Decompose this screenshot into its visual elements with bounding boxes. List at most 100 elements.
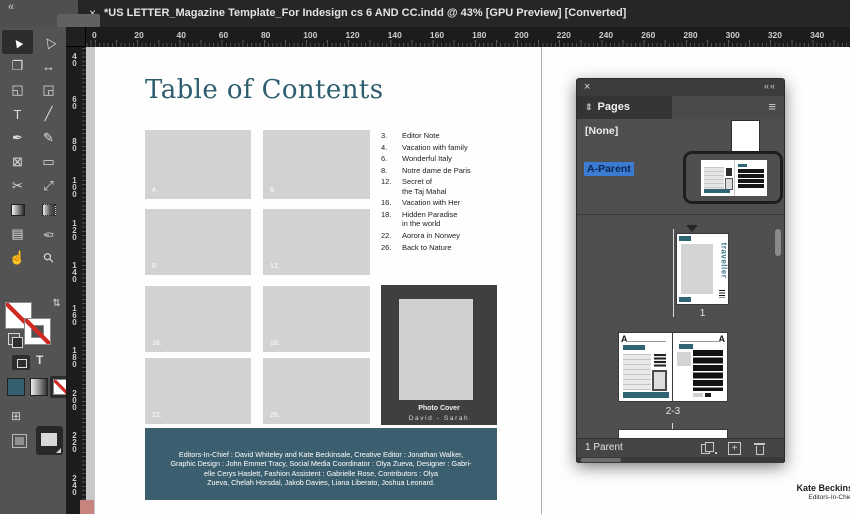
panel-menu-icon[interactable]: ≡: [768, 99, 776, 114]
line-tool-icon[interactable]: ╱: [33, 102, 64, 126]
toc-entry: 12. Secret of the Taj Mahal: [381, 177, 499, 196]
spread-spine-line: [673, 229, 674, 317]
toc-image-frame[interactable]: 26.: [263, 358, 370, 424]
rectangle-tool-icon[interactable]: ▭: [33, 150, 64, 174]
thumb-grid: [623, 354, 651, 390]
ruler-origin-corner[interactable]: [66, 27, 86, 47]
page-2-thumbnail[interactable]: A: [619, 333, 673, 401]
thumb-spine: [734, 160, 735, 196]
thumb-dark-block: [654, 354, 666, 367]
pages-panel-titlebar[interactable]: × ««: [577, 79, 784, 96]
type-tool-icon[interactable]: T: [2, 102, 33, 126]
toc-image-frame[interactable]: 16.: [145, 286, 251, 352]
toc-entry-title: Editor Note: [402, 131, 440, 140]
new-page-icon[interactable]: +: [728, 442, 741, 455]
note-tool-icon[interactable]: ▤: [2, 222, 33, 246]
toc-entry-title: Wonderful Italy: [402, 154, 452, 164]
selection-tool-icon[interactable]: ▲: [2, 30, 33, 54]
page-1-label[interactable]: 1: [677, 308, 728, 319]
panel-cycle-icon: ⇕: [585, 102, 593, 112]
frame-page-number: 18.: [270, 340, 280, 347]
vertical-ruler: 4 0 6 0 8 0 1 0 0 1 2 0 1 4 0 1 6 0 1 8 0 2 0 0 2…: [66, 27, 86, 514]
editors-credit-frame[interactable]: Editors-In-Chief : David Whiteley and Ka…: [145, 428, 497, 500]
thumb-rule: [626, 341, 666, 342]
page-1-thumbnail[interactable]: traveller: [677, 234, 729, 304]
gradient-tool-icon[interactable]: [2, 198, 33, 222]
content-collector-tool-icon[interactable]: ◱: [2, 78, 33, 102]
close-panel-icon[interactable]: ×: [584, 81, 590, 93]
direct-selection-tool-icon[interactable]: △: [33, 30, 64, 54]
apply-gradient-button[interactable]: [31, 379, 47, 395]
a-parent-thumbnail[interactable]: [701, 160, 767, 196]
page-3-thumbnail[interactable]: A: [673, 333, 727, 401]
hand-tool-icon[interactable]: ☝: [2, 246, 33, 270]
hruler-label: 40: [176, 30, 186, 40]
parent-item-a-parent[interactable]: A-Parent: [584, 162, 634, 176]
pencil-tool-icon[interactable]: ✎: [33, 126, 64, 150]
vruler-label: 6 0: [72, 94, 77, 111]
frame-page-number: 12.: [270, 263, 280, 270]
dock-collapse-icon[interactable]: «: [8, 1, 15, 13]
page-tool-icon[interactable]: ❐: [2, 54, 33, 78]
toc-entry-page: 12.: [381, 177, 392, 187]
hruler-label: 140: [387, 30, 402, 40]
toc-entry-page: 22.: [381, 230, 392, 240]
toc-entry: 16. Vacation with Her: [381, 198, 499, 207]
default-fill-stroke-icon[interactable]: [8, 333, 23, 348]
toc-entry-page: 3.: [381, 131, 388, 140]
toc-image-frame[interactable]: 22.: [145, 358, 251, 424]
zoom-tool-icon[interactable]: ⚲: [33, 246, 64, 270]
frame-tool-icon[interactable]: ⊠: [2, 150, 33, 174]
vruler-label: 2 4 0: [72, 473, 77, 497]
collapse-panel-icon[interactable]: ««: [764, 81, 776, 91]
gradient-feather-tool-icon[interactable]: [33, 198, 64, 222]
formatting-affects-container-button[interactable]: [12, 355, 30, 370]
toc-entry-title: Secret of the Taj Mahal: [402, 177, 447, 196]
preview-mode-button[interactable]: [12, 434, 27, 448]
toc-entry-page: 4.: [381, 142, 388, 152]
parent-none-thumbnail[interactable]: [732, 121, 759, 152]
gap-tool-icon[interactable]: ↔: [33, 54, 64, 78]
eyedropper-tool-icon[interactable]: ✑: [33, 222, 64, 246]
apply-color-button[interactable]: [8, 379, 24, 395]
parent-item-none[interactable]: [None]: [585, 125, 618, 137]
delete-page-icon[interactable]: [754, 442, 765, 455]
parent-count-status: 1 Parent: [585, 442, 623, 453]
panel-vertical-scrollbar[interactable]: [775, 229, 781, 256]
editors-credit-line: elle Cerys Haslett, Fashion Assistent : …: [203, 468, 439, 478]
formatting-affects-text-button[interactable]: T: [36, 353, 43, 367]
toc-image-frame[interactable]: 18.: [263, 286, 370, 352]
toc-entry: 18. Hidden Paradise in the world: [381, 210, 499, 229]
stroke-swatch[interactable]: [25, 319, 50, 344]
next-spread-thumbnail-edge[interactable]: [619, 430, 727, 438]
toc-image-frame[interactable]: 4.: [145, 130, 251, 199]
scissors-tool-icon[interactable]: ✂: [2, 174, 33, 198]
tools-panel-grip[interactable]: [57, 14, 100, 27]
tab-pages[interactable]: ⇕ Pages: [577, 96, 672, 119]
panel-horizontal-scrollbar[interactable]: [577, 457, 784, 463]
cover-masthead: traveller: [719, 242, 729, 279]
document-tab[interactable]: × *US LETTER_Magazine Template_For Indes…: [78, 0, 850, 27]
page-overrides-arrow-icon: [686, 225, 698, 232]
toc-image-frame[interactable]: 12.: [263, 209, 370, 275]
free-transform-tool-icon[interactable]: ⤢: [33, 174, 64, 198]
hruler-label: 120: [345, 30, 360, 40]
screen-mode-button[interactable]: [36, 426, 63, 455]
toc-title[interactable]: Table of Contents: [145, 75, 383, 105]
toc-entry-page: 16.: [381, 198, 392, 208]
thumb-teal-tab: [679, 297, 691, 302]
thumb-teal-bar: [623, 392, 669, 398]
vruler-label: 1 4 0: [72, 261, 77, 284]
photo-cover-frame[interactable]: Photo Cover David - Sarah: [381, 285, 497, 425]
content-placer-tool-icon[interactable]: ◲: [33, 78, 64, 102]
edit-toolbar-icon[interactable]: ⊞: [11, 409, 21, 423]
spread-2-3-label[interactable]: 2-3: [619, 406, 727, 417]
create-spread-icon[interactable]: [701, 442, 717, 454]
frame-page-number: 16.: [152, 340, 162, 347]
pen-tool-icon[interactable]: ✒: [2, 126, 33, 150]
swap-fill-stroke-icon[interactable]: ⇄: [51, 298, 62, 306]
editors-credit-line: Graphic Design : John Emmet Tracy, Socia…: [170, 459, 472, 469]
toc-image-frame[interactable]: 8.: [145, 209, 251, 275]
toc-entry-list[interactable]: 3. Editor Note 4. Vacation with family 6. Won…: [381, 131, 499, 254]
toc-image-frame[interactable]: 6.: [263, 130, 370, 199]
